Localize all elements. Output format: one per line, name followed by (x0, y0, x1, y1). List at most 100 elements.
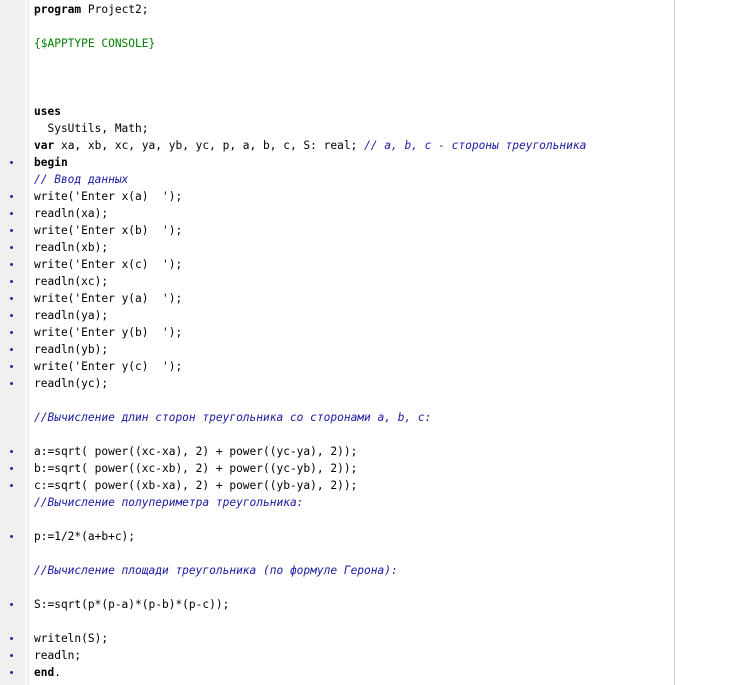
code-line[interactable]: readln(yc); (0, 375, 756, 392)
code-line[interactable]: S:=sqrt(p*(p-a)*(p-b)*(p-c)); (0, 596, 756, 613)
code-line[interactable]: write('Enter x(a) '); (0, 188, 756, 205)
compiler-directive: {$APPTYPE CONSOLE} (34, 37, 156, 50)
code-text: b:=sqrt( power((xc-xb), 2) + power((yc-y… (34, 462, 358, 475)
code-line[interactable]: write('Enter x(c) '); (0, 256, 756, 273)
code-line[interactable]: // Ввод данных (0, 171, 756, 188)
code-line[interactable] (0, 613, 756, 630)
code-line[interactable] (0, 426, 756, 443)
keyword: program (34, 3, 82, 16)
line-text: readln(ya); (34, 307, 108, 324)
code-line[interactable] (0, 392, 756, 409)
string-literal: 'Enter y(c) ' (74, 360, 169, 373)
line-text: begin (34, 154, 68, 171)
code-text: xa, xb, xc, ya, yb, yc, p, a, b, c, S: r… (54, 139, 365, 152)
code-line[interactable]: write('Enter x(b) '); (0, 222, 756, 239)
code-line[interactable] (0, 86, 756, 103)
code-text: readln(xb); (34, 241, 109, 254)
code-text: . (54, 666, 61, 679)
breakpoint-marker-icon[interactable] (10, 671, 13, 674)
breakpoint-marker-icon[interactable] (10, 467, 13, 470)
code-text: c:=sqrt( power((xb-xa), 2) + power((yb-y… (34, 479, 358, 492)
code-line[interactable]: {$APPTYPE CONSOLE} (0, 35, 756, 52)
breakpoint-marker-icon[interactable] (10, 263, 13, 266)
code-line[interactable]: write('Enter y(b) '); (0, 324, 756, 341)
line-text: SysUtils, Math; (34, 120, 148, 137)
code-line[interactable]: //Вычисление полупериметра треугольника: (0, 494, 756, 511)
line-text: write('Enter x(c) '); (34, 256, 182, 273)
code-text: Project2; (81, 3, 149, 16)
breakpoint-marker-icon[interactable] (10, 535, 13, 538)
string-literal: 'Enter y(a) ' (74, 292, 169, 305)
breakpoint-marker-icon[interactable] (10, 603, 13, 606)
breakpoint-marker-icon[interactable] (10, 637, 13, 640)
code-line[interactable]: SysUtils, Math; (0, 120, 756, 137)
line-text: {$APPTYPE CONSOLE} (34, 35, 155, 52)
breakpoint-marker-icon[interactable] (10, 246, 13, 249)
string-literal: 'Enter x(b) ' (74, 224, 169, 237)
code-line[interactable]: readln(yb); (0, 341, 756, 358)
breakpoint-marker-icon[interactable] (10, 382, 13, 385)
code-line[interactable]: readln(ya); (0, 307, 756, 324)
code-line[interactable] (0, 511, 756, 528)
code-line[interactable]: a:=sqrt( power((xc-xa), 2) + power((yc-y… (0, 443, 756, 460)
line-text: p:=1/2*(a+b+c); (34, 528, 135, 545)
keyword: end (34, 666, 55, 679)
comment: //Вычисление площади треугольника (по фо… (34, 564, 398, 577)
code-line[interactable] (0, 69, 756, 86)
line-text: readln(xa); (34, 205, 108, 222)
line-text: write('Enter y(a) '); (34, 290, 182, 307)
breakpoint-marker-icon[interactable] (10, 365, 13, 368)
code-line[interactable] (0, 52, 756, 69)
code-line[interactable]: end. (0, 664, 756, 681)
line-text: a:=sqrt( power((xc-xa), 2) + power((yc-y… (34, 443, 357, 460)
breakpoint-marker-icon[interactable] (10, 654, 13, 657)
breakpoint-marker-icon[interactable] (10, 280, 13, 283)
code-line[interactable] (0, 18, 756, 35)
string-literal: 'Enter x(c) ' (74, 258, 169, 271)
line-text: b:=sqrt( power((xc-xb), 2) + power((yc-y… (34, 460, 357, 477)
breakpoint-marker-icon[interactable] (10, 297, 13, 300)
code-line[interactable]: p:=1/2*(a+b+c); (0, 528, 756, 545)
breakpoint-marker-icon[interactable] (10, 348, 13, 351)
line-text: write('Enter y(b) '); (34, 324, 182, 341)
code-text: write( (34, 326, 75, 339)
code-line[interactable]: readln(xb); (0, 239, 756, 256)
code-text: readln(yb); (34, 343, 109, 356)
code-line[interactable] (0, 579, 756, 596)
code-line[interactable]: begin (0, 154, 756, 171)
code-line[interactable]: writeln(S); (0, 630, 756, 647)
code-text: write( (34, 224, 75, 237)
code-text: ); (168, 292, 183, 305)
code-text: readln(ya); (34, 309, 109, 322)
breakpoint-marker-icon[interactable] (10, 331, 13, 334)
line-text: program Project2; (34, 1, 149, 18)
code-text: write( (34, 258, 75, 271)
code-line[interactable]: //Вычисление длин сторон треугольника со… (0, 409, 756, 426)
code-line[interactable]: write('Enter y(c) '); (0, 358, 756, 375)
code-line[interactable]: uses (0, 103, 756, 120)
code-line[interactable]: readln(xa); (0, 205, 756, 222)
code-line[interactable]: var xa, xb, xc, ya, yb, yc, p, a, b, c, … (0, 137, 756, 154)
code-line[interactable]: program Project2; (0, 1, 756, 18)
breakpoint-marker-icon[interactable] (10, 450, 13, 453)
breakpoint-marker-icon[interactable] (10, 484, 13, 487)
code-line[interactable] (0, 545, 756, 562)
breakpoint-marker-icon[interactable] (10, 229, 13, 232)
line-text: //Вычисление полупериметра треугольника: (34, 494, 303, 511)
code-text: readln(xa); (34, 207, 109, 220)
breakpoint-marker-icon[interactable] (10, 314, 13, 317)
line-text: write('Enter x(a) '); (34, 188, 182, 205)
code-line[interactable]: //Вычисление площади треугольника (по фо… (0, 562, 756, 579)
code-line[interactable]: c:=sqrt( power((xb-xa), 2) + power((yb-y… (0, 477, 756, 494)
code-line[interactable]: readln(xc); (0, 273, 756, 290)
code-line[interactable]: b:=sqrt( power((xc-xb), 2) + power((yc-y… (0, 460, 756, 477)
breakpoint-marker-icon[interactable] (10, 212, 13, 215)
code-text: ); (168, 258, 183, 271)
breakpoint-marker-icon[interactable] (10, 195, 13, 198)
code-line[interactable]: readln; (0, 647, 756, 664)
line-text: write('Enter x(b) '); (34, 222, 182, 239)
breakpoint-marker-icon[interactable] (10, 161, 13, 164)
code-editor[interactable]: program Project2; {$APPTYPE CONSOLE} uses … (0, 0, 756, 685)
line-text: uses (34, 103, 61, 120)
code-line[interactable]: write('Enter y(a) '); (0, 290, 756, 307)
